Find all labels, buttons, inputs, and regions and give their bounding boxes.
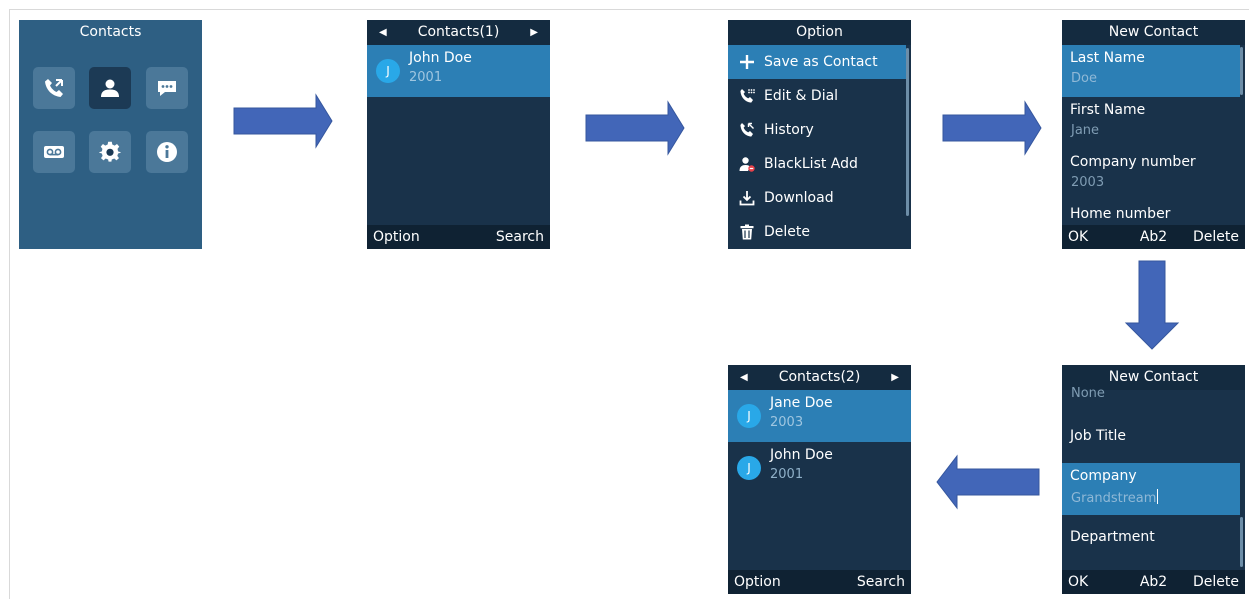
menu-item-label: Edit & Dial [764,88,839,104]
screen-header: ◀ Contacts(1) ▶ [367,20,550,45]
department-field[interactable]: Department [1062,521,1240,563]
menu-item-edit-dial[interactable]: Edit & Dial [728,79,906,113]
menu-item-label: BlackList Add [764,156,858,172]
new-contact-screen-2: New Contact None Job Title Company Grand… [1062,365,1245,594]
field-label: Last Name [1070,50,1145,66]
contact-number: 2001 [770,467,804,482]
screen-title: Option [728,20,911,45]
field-label: Company [1070,468,1137,484]
field-label: First Name [1070,102,1146,118]
ok-softkey[interactable]: OK [1068,225,1088,249]
field-value: None [1071,386,1105,401]
field-label: Company number [1070,154,1196,170]
screen-header: ◀ Contacts(2) ▶ [728,365,911,390]
text-cursor [1157,489,1159,504]
delete-softkey[interactable]: Delete [1193,570,1239,594]
input-mode-softkey[interactable]: Ab2 [1140,570,1167,594]
download-icon [737,181,757,215]
menu-item-label: History [764,122,814,138]
flow-arrow-left [936,454,1040,510]
menu-item-label: Download [764,190,834,206]
field-value: Doe [1071,71,1097,86]
field-label: Job Title [1070,428,1127,444]
flow-arrow-right [233,93,333,149]
nav-left-icon[interactable]: ◀ [379,20,387,45]
flow-arrow-right [942,100,1042,156]
menu-item-blacklist-add[interactable]: BlackList Add [728,147,906,181]
nav-right-icon[interactable]: ▶ [530,20,538,45]
plus-icon [737,45,757,79]
messages-icon[interactable] [146,67,188,109]
input-mode-softkey[interactable]: Ab2 [1140,225,1167,249]
flow-arrow-down [1124,260,1180,350]
home-screen: Contacts [19,20,202,249]
field-value: Jane [1071,123,1100,138]
home-title: Contacts [79,24,142,40]
first-name-field[interactable]: First Name Jane [1062,97,1240,149]
scrollbar[interactable] [1240,517,1243,567]
new-contact-screen-1: New Contact Last Name Doe First Name Jan… [1062,20,1245,249]
flow-arrow-right [585,100,685,156]
company-field[interactable]: Company Grandstream [1062,463,1240,515]
menu-item-label: Delete [764,224,810,240]
softkey-bar: Option Search [728,570,911,594]
contact-name: John Doe [409,50,472,66]
company-number-field[interactable]: Company number 2003 [1062,149,1240,201]
menu-item-history[interactable]: History [728,113,906,147]
scrollbar[interactable] [1240,47,1243,95]
menu-item-label: Save as Contact [764,54,878,70]
scrollbar[interactable] [906,48,909,216]
contacts-list-screen-1: ◀ Contacts(1) ▶ J John Doe 2001 Option S… [367,20,550,249]
field-label: Home number [1070,206,1171,222]
trash-icon [737,215,757,249]
search-softkey[interactable]: Search [496,225,544,249]
field-value: 2003 [1071,175,1105,190]
menu-item-save-as-contact[interactable]: Save as Contact [728,45,906,79]
softkey-bar: OK Ab2 Delete [1062,570,1245,594]
menu-item-download[interactable]: Download [728,181,906,215]
contact-number: 2001 [409,70,443,85]
last-name-field[interactable]: Last Name Doe [1062,45,1240,97]
blacklist-icon [737,147,757,181]
field-label: Department [1070,529,1155,545]
menu-item-delete[interactable]: Delete [728,215,906,249]
contacts-list-screen-2: ◀ Contacts(2) ▶ J Jane Doe 2003 J John D… [728,365,911,594]
contact-row[interactable]: J Jane Doe 2003 [728,390,911,442]
search-softkey[interactable]: Search [857,570,905,594]
contact-number: 2003 [770,415,804,430]
screen-title: Contacts(1) [417,24,500,40]
softkey-bar: Option Search [367,225,550,249]
nav-right-icon[interactable]: ▶ [891,365,899,390]
voicemail-icon[interactable] [33,131,75,173]
nav-left-icon[interactable]: ◀ [740,365,748,390]
call-history-icon[interactable] [33,67,75,109]
job-title-field[interactable]: Job Title [1062,420,1240,462]
contact-row[interactable]: J John Doe 2001 [728,442,911,494]
field-value-wrap: Grandstream [1071,489,1159,506]
option-softkey[interactable]: Option [734,570,781,594]
option-menu-screen: Option Save as Contact Edit & Dial Histo… [728,20,911,249]
settings-icon[interactable] [89,131,131,173]
history-icon [737,113,757,147]
avatar: J [737,404,761,428]
contact-name: John Doe [770,447,833,463]
screen-title: New Contact [1062,20,1245,45]
delete-softkey[interactable]: Delete [1193,225,1239,249]
ok-softkey[interactable]: OK [1068,570,1088,594]
avatar: J [737,456,761,480]
contact-name: Jane Doe [770,395,833,411]
softkey-bar: OK Ab2 Delete [1062,225,1245,249]
field-value: Grandstream [1071,491,1157,506]
info-icon[interactable] [146,131,188,173]
contacts-icon[interactable] [89,67,131,109]
avatar: J [376,59,400,83]
screen-title: Contacts(2) [778,369,861,385]
option-softkey[interactable]: Option [373,225,420,249]
dial-icon [737,79,757,113]
contact-row[interactable]: J John Doe 2001 [367,45,550,97]
